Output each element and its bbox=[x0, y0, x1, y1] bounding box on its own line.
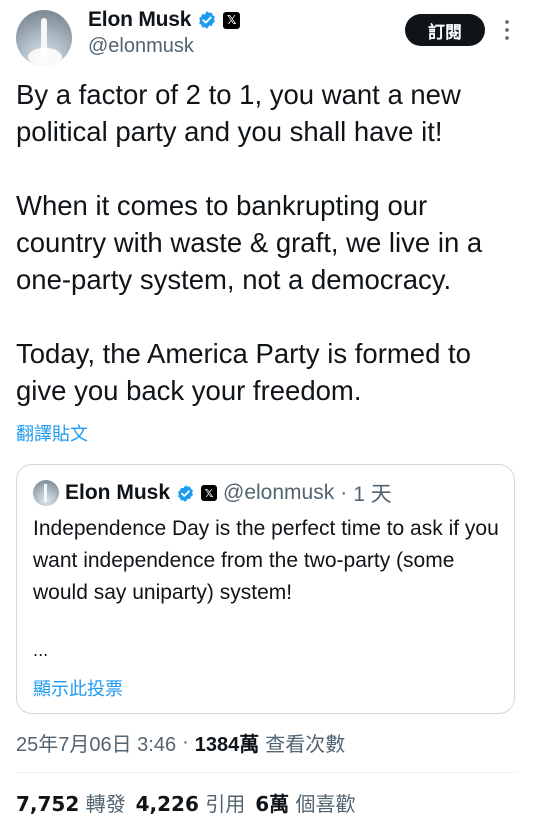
verified-badge-icon bbox=[199, 11, 216, 29]
tweet-header: Elon Musk 𝕏 @elonmusk 訂閱 bbox=[0, 0, 533, 70]
quoted-author-avatar bbox=[33, 480, 59, 506]
smoke-graphic bbox=[28, 48, 62, 66]
translate-post-link[interactable]: 翻譯貼文 bbox=[16, 420, 88, 446]
rocket-icon bbox=[44, 484, 47, 502]
show-poll-link[interactable]: 顯示此投票 bbox=[33, 675, 123, 701]
separator-dot: · bbox=[340, 481, 348, 504]
tweet-timestamp[interactable]: 25年7月06日 3:46 bbox=[16, 728, 176, 757]
engagement-stats: 7,752 轉發 4,226 引用 6萬 個喜歡 bbox=[16, 788, 356, 817]
quoted-tweet-text: Independence Day is the perfect time to … bbox=[33, 517, 499, 604]
quotes-count: 4,226 bbox=[135, 792, 199, 816]
views-label: 查看次數 bbox=[265, 734, 346, 756]
author-name-row: Elon Musk 𝕏 bbox=[88, 6, 241, 34]
vertical-dots-icon bbox=[505, 20, 509, 40]
separator-dot: · bbox=[182, 731, 189, 753]
quoted-ellipsis: ... bbox=[33, 641, 49, 660]
quoted-author-name: Elon Musk bbox=[65, 481, 171, 504]
quoted-timestamp: 1 天 bbox=[353, 483, 392, 506]
tweet-meta: 25年7月06日 3:46 · 1384萬 查看次數 bbox=[16, 728, 345, 757]
x-affiliation-icon: 𝕏 bbox=[223, 11, 241, 29]
quoted-author-handle: @elonmusk bbox=[223, 481, 335, 504]
quoted-tweet-card[interactable]: Elon Musk 𝕏 @elonmusk · 1 天 Independence… bbox=[16, 464, 515, 714]
retweets-stat[interactable]: 7,752 轉發 bbox=[16, 788, 126, 817]
author-name[interactable]: Elon Musk bbox=[88, 8, 191, 32]
divider bbox=[16, 772, 517, 773]
author-avatar[interactable] bbox=[16, 10, 72, 66]
retweets-label: 轉發 bbox=[85, 792, 126, 816]
retweets-count: 7,752 bbox=[16, 792, 80, 816]
tweet-paragraph: Today, the America Party is formed to gi… bbox=[16, 338, 471, 406]
views-count: 1384萬 bbox=[194, 734, 260, 756]
subscribe-button[interactable]: 訂閱 bbox=[405, 14, 485, 46]
tweet-body: By a factor of 2 to 1, you want a new po… bbox=[16, 76, 521, 409]
x-logo-glyph: 𝕏 bbox=[204, 486, 214, 500]
more-options-icon[interactable] bbox=[498, 18, 516, 42]
tweet-paragraph: When it comes to bankrupting our country… bbox=[16, 190, 483, 295]
likes-stat[interactable]: 6萬 個喜歡 bbox=[255, 788, 355, 817]
quotes-label: 引用 bbox=[205, 792, 246, 816]
likes-label: 個喜歡 bbox=[295, 792, 356, 816]
quoted-header: Elon Musk 𝕏 @elonmusk · 1 天 bbox=[33, 479, 392, 507]
likes-count: 6萬 bbox=[255, 792, 290, 816]
author-handle[interactable]: @elonmusk bbox=[88, 35, 194, 58]
quotes-stat[interactable]: 4,226 引用 bbox=[136, 788, 246, 817]
verified-badge-icon bbox=[178, 484, 193, 502]
tweet-paragraph: By a factor of 2 to 1, you want a new po… bbox=[16, 79, 461, 147]
x-logo-glyph: 𝕏 bbox=[226, 13, 237, 27]
x-affiliation-icon: 𝕏 bbox=[201, 485, 218, 501]
